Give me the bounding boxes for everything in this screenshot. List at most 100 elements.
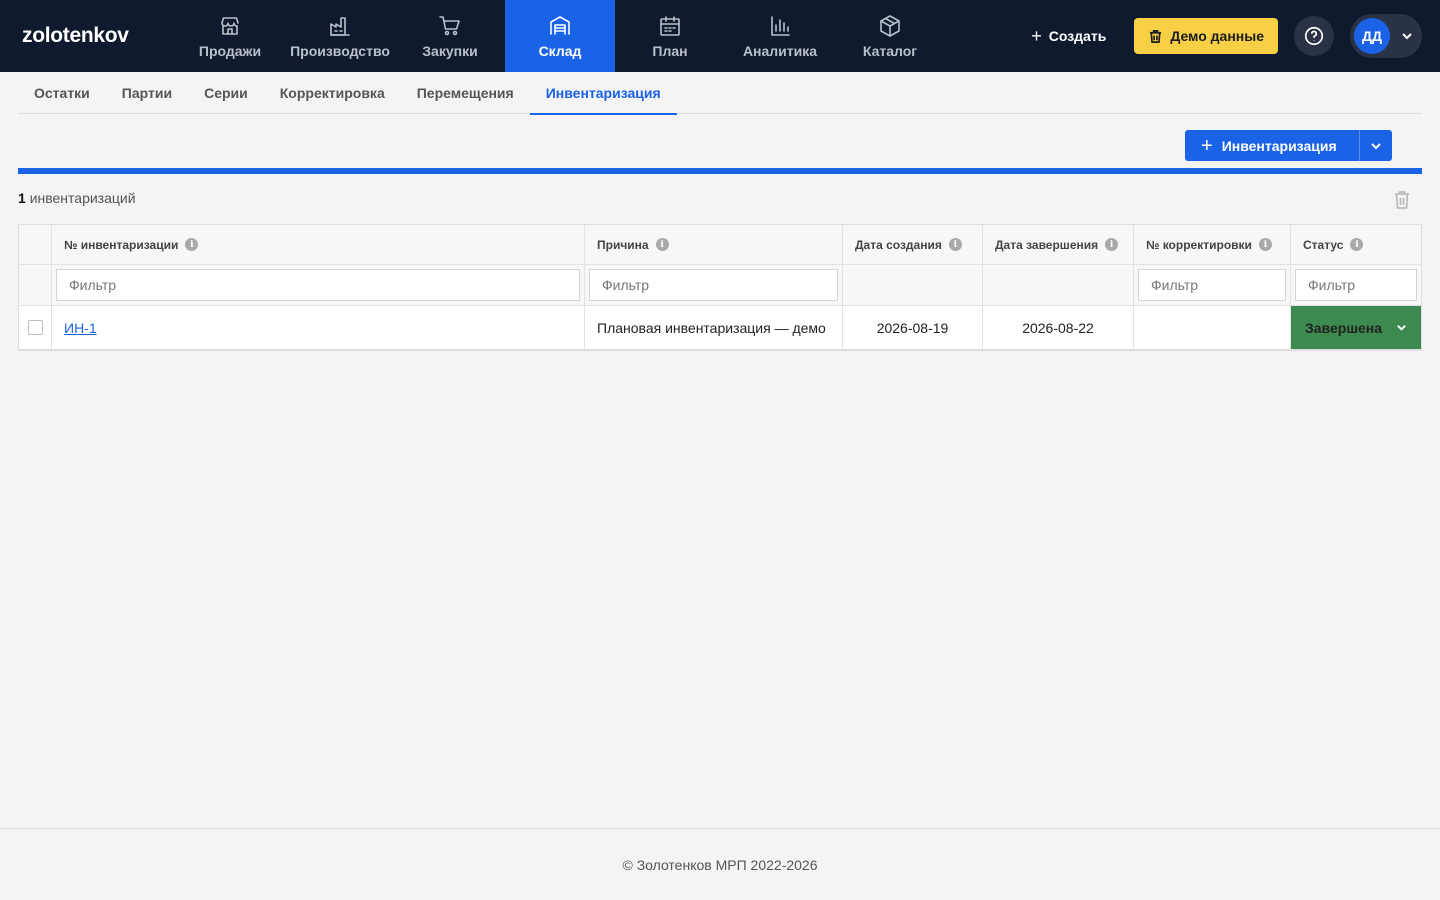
info-icon[interactable]: i xyxy=(1258,238,1272,251)
info-icon[interactable]: i xyxy=(948,238,962,251)
filter-cell xyxy=(585,265,843,305)
tab-adjustment[interactable]: Корректировка xyxy=(264,72,401,114)
status-filter-input[interactable] xyxy=(1295,269,1417,301)
plus-icon: + xyxy=(1201,134,1213,157)
column-header-reason[interactable]: Причина i xyxy=(585,225,843,264)
info-icon[interactable]: i xyxy=(1350,238,1364,251)
filter-empty-cell xyxy=(843,265,983,305)
filter-row xyxy=(19,265,1421,306)
filter-cell xyxy=(1291,265,1421,305)
warehouse-icon xyxy=(550,15,570,35)
delete-selected-button[interactable] xyxy=(1393,190,1411,210)
column-header-created[interactable]: Дата создания i xyxy=(843,225,983,264)
top-navigation-bar: zolotenkov Продажи Производство Закупки … xyxy=(0,0,1440,72)
bar-chart-icon xyxy=(771,15,790,36)
column-header-status[interactable]: Статус i xyxy=(1291,225,1421,264)
status-label: Завершена xyxy=(1305,319,1383,336)
user-menu-button[interactable]: ДД xyxy=(1350,14,1422,58)
adjustment-cell xyxy=(1134,306,1291,349)
header-select-cell xyxy=(19,225,52,264)
nav-item-label: Каталог xyxy=(862,42,918,59)
trash-icon xyxy=(1150,29,1162,43)
table-header: № инвентаризации i Причина i Дата создания… xyxy=(19,225,1421,265)
adjustment-filter-input[interactable] xyxy=(1138,269,1286,301)
chevron-down-icon xyxy=(1397,325,1406,331)
filter-cell xyxy=(1134,265,1291,305)
reason-cell: Плановая инвентаризация — демо xyxy=(585,306,843,349)
cart-icon xyxy=(439,15,460,35)
plus-icon: + xyxy=(1031,26,1042,46)
box-icon xyxy=(880,14,900,37)
create-button[interactable]: + Создать xyxy=(1031,27,1106,45)
chevron-down-icon xyxy=(1371,142,1381,149)
add-inventory-label: Инвентаризация xyxy=(1221,137,1337,154)
column-header-adjustment[interactable]: № корректировки i xyxy=(1134,225,1291,264)
main-nav: Продажи Производство Закупки Склад План … xyxy=(175,0,945,72)
add-inventory-split-button: + Инвентаризация xyxy=(1185,130,1392,161)
nav-item-analytics[interactable]: Аналитика xyxy=(725,0,835,72)
header-actions: + Создать Демо данные ДД xyxy=(1031,0,1422,72)
nav-item-sales[interactable]: Продажи xyxy=(175,0,285,72)
column-header-number[interactable]: № инвентаризации i xyxy=(52,225,585,264)
chevron-down-icon xyxy=(1402,33,1412,40)
table-row: ИН-1 Плановая инвентаризация — демо 2026… xyxy=(19,306,1421,349)
reason-filter-input[interactable] xyxy=(589,269,838,301)
help-button[interactable] xyxy=(1294,16,1334,56)
status-dropdown[interactable]: Завершена xyxy=(1291,306,1421,349)
tab-inventory[interactable]: Инвентаризация xyxy=(529,72,677,115)
nav-item-warehouse[interactable]: Склад xyxy=(505,0,615,72)
filter-cell xyxy=(52,265,585,305)
demo-label: Демо данные xyxy=(1170,28,1264,44)
nav-item-catalog[interactable]: Каталог xyxy=(835,0,945,72)
info-icon[interactable]: i xyxy=(185,238,199,251)
loading-bar xyxy=(18,168,1422,174)
add-inventory-button[interactable]: + Инвентаризация xyxy=(1185,130,1359,161)
column-header-label: Дата создания xyxy=(855,237,942,252)
filter-empty-cell xyxy=(19,265,52,305)
column-header-label: Статус xyxy=(1303,237,1344,252)
info-icon[interactable]: i xyxy=(1105,238,1119,251)
created-date-cell: 2026-08-19 xyxy=(843,306,983,349)
help-icon xyxy=(1304,26,1324,46)
record-count-number: 1 xyxy=(18,190,26,206)
nav-item-label: Аналитика xyxy=(742,42,818,59)
row-select-cell xyxy=(19,306,52,349)
number-filter-input[interactable] xyxy=(56,269,580,301)
record-count: 1 инвентаризаций xyxy=(18,190,136,206)
nav-item-label: Продажи xyxy=(198,42,262,59)
nav-item-label: Производство xyxy=(290,42,390,59)
warehouse-subtabs: Остатки Партии Серии Корректировка Перем… xyxy=(18,72,1422,115)
column-header-label: Дата завершения xyxy=(995,237,1099,252)
tab-transfers[interactable]: Перемещения xyxy=(401,72,530,114)
demo-data-button[interactable]: Демо данные xyxy=(1134,18,1278,54)
tab-serials[interactable]: Серии xyxy=(188,72,264,114)
tab-stock[interactable]: Остатки xyxy=(18,72,106,114)
nav-item-production[interactable]: Производство xyxy=(285,0,395,72)
nav-item-label: Закупки xyxy=(422,42,478,59)
calendar-icon xyxy=(660,15,680,36)
row-checkbox[interactable] xyxy=(27,320,43,335)
record-count-label: инвентаризаций xyxy=(29,190,136,206)
info-icon[interactable]: i xyxy=(655,238,669,251)
logo[interactable]: zolotenkov xyxy=(0,0,175,72)
nav-item-purchases[interactable]: Закупки xyxy=(395,0,505,72)
column-header-label: № инвентаризации xyxy=(64,237,179,252)
inventory-table: № инвентаризации i Причина i Дата создания… xyxy=(18,224,1422,351)
avatar: ДД xyxy=(1354,18,1390,54)
column-header-completed[interactable]: Дата завершения i xyxy=(983,225,1134,264)
completed-date-cell: 2026-08-22 xyxy=(983,306,1134,349)
footer: © Золотенков МРП 2022-2026 xyxy=(0,828,1440,900)
column-header-label: Причина xyxy=(597,237,649,252)
footer-copyright: © Золотенков МРП 2022-2026 xyxy=(622,856,818,873)
add-inventory-dropdown-toggle[interactable] xyxy=(1359,130,1392,161)
trash-icon xyxy=(1395,191,1409,209)
tab-batches[interactable]: Партии xyxy=(106,72,188,114)
nav-item-plan[interactable]: План xyxy=(615,0,725,72)
create-label: Создать xyxy=(1048,28,1107,44)
inventory-number-link[interactable]: ИН-1 xyxy=(64,320,97,336)
nav-item-label: План xyxy=(652,42,688,59)
number-cell: ИН-1 xyxy=(52,306,585,349)
filter-empty-cell xyxy=(983,265,1134,305)
store-icon xyxy=(221,16,239,35)
factory-icon xyxy=(330,16,350,36)
